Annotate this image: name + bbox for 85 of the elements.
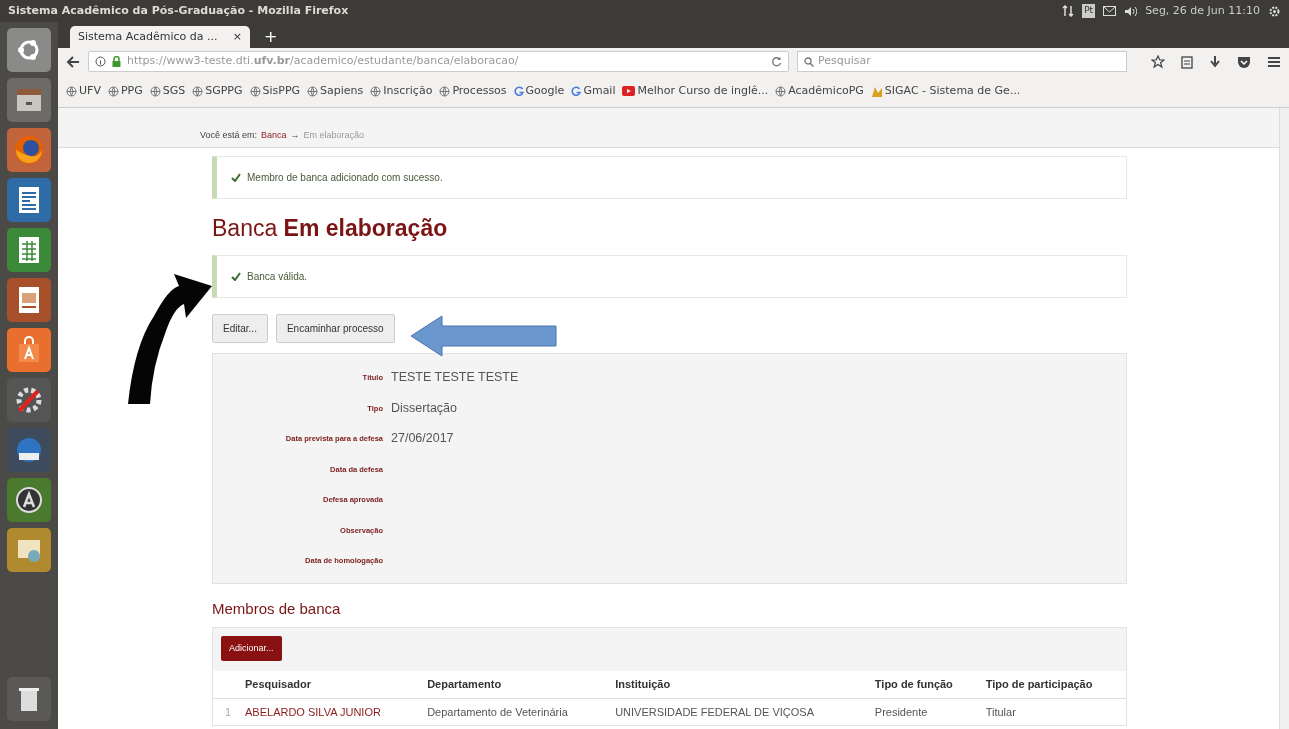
column-header: Tipo de participação xyxy=(979,671,1126,699)
firefox-icon[interactable] xyxy=(7,128,51,172)
bookmark[interactable]: Melhor Curso de inglê... xyxy=(622,82,769,100)
reload-icon[interactable] xyxy=(771,56,782,67)
breadcrumb-label: Você está em: xyxy=(200,128,258,142)
globe-icon xyxy=(775,85,787,97)
alert-text: Banca válida. xyxy=(247,269,308,284)
info-icon[interactable] xyxy=(95,56,106,67)
menu-icon[interactable] xyxy=(1267,55,1281,68)
bookmark[interactable]: Sapiens xyxy=(307,82,364,100)
presentation-icon[interactable] xyxy=(7,278,51,322)
globe-icon xyxy=(149,85,161,97)
download-icon[interactable] xyxy=(1209,54,1221,69)
field-value: Dissertação xyxy=(391,399,457,417)
page-heading: Banca Em elaboração xyxy=(212,215,449,243)
ubuntu-logo-icon[interactable] xyxy=(7,28,51,72)
trash-icon[interactable] xyxy=(7,677,51,721)
shield-icon[interactable] xyxy=(1237,54,1251,69)
column-header: Departamento xyxy=(421,671,610,699)
bookmark[interactable]: Google xyxy=(513,82,565,100)
globe-icon xyxy=(249,85,261,97)
lock-icon xyxy=(112,56,121,67)
column-header: Instituição xyxy=(609,671,869,699)
table-cell: Presidente xyxy=(868,698,980,726)
bookmark[interactable]: Gmail xyxy=(571,82,616,100)
scrollbar[interactable] xyxy=(1279,108,1289,729)
bookmark[interactable]: Processos xyxy=(439,82,507,100)
column-header: Tipo de função xyxy=(868,671,980,699)
action-button[interactable]: Editar... xyxy=(212,313,268,343)
section-title: Membros de banca xyxy=(212,599,342,620)
globe-icon xyxy=(192,85,204,97)
keyboard-indicator[interactable]: Pt xyxy=(1082,4,1096,18)
browser-tab[interactable]: Sistema Acadêmico da ... × xyxy=(70,26,250,48)
close-tab-button[interactable]: × xyxy=(232,28,242,46)
bookmark[interactable]: AcadêmicoPG xyxy=(775,82,864,100)
bookmark[interactable]: SisPPG xyxy=(249,82,301,100)
globe-icon xyxy=(107,85,119,97)
breadcrumb-current: Em elaboração xyxy=(303,128,365,142)
update-icon[interactable] xyxy=(7,478,51,522)
file-cabinet-icon[interactable] xyxy=(7,78,51,122)
new-tab-button[interactable]: + xyxy=(258,26,284,48)
bookmark[interactable]: Inscrição xyxy=(370,82,433,100)
globe-icon xyxy=(370,85,382,97)
clipboard-icon[interactable] xyxy=(1181,54,1193,69)
breadcrumb-link[interactable]: Banca xyxy=(261,128,287,142)
network-icon[interactable] xyxy=(1062,5,1075,17)
mail-icon[interactable] xyxy=(1103,6,1117,16)
globe-icon xyxy=(66,85,77,97)
settings-icon[interactable] xyxy=(1268,4,1281,18)
bookmark[interactable]: UFV xyxy=(66,82,101,100)
photo-viewer-icon[interactable] xyxy=(7,528,51,572)
bookmark[interactable]: PPG xyxy=(107,82,143,100)
shopping-bag-icon[interactable] xyxy=(7,328,51,372)
back-icon[interactable] xyxy=(66,54,80,69)
clock[interactable]: Seg, 26 de Jun 11:10 xyxy=(1145,2,1260,20)
alert-text: Membro de banca adicionado com sucesso. xyxy=(247,171,443,185)
volume-icon[interactable] xyxy=(1124,5,1138,17)
star-icon[interactable] xyxy=(1151,54,1165,69)
globe-icon xyxy=(307,85,319,97)
field-value: TESTE TESTE TESTE xyxy=(391,369,519,387)
check-icon xyxy=(231,271,241,281)
member-link[interactable]: ABELARDO SILVA JUNIOR xyxy=(239,698,422,726)
breadcrumb-separator: → xyxy=(290,128,300,142)
bookmark-logo-icon xyxy=(870,85,883,97)
video-play-icon xyxy=(622,86,636,96)
action-button[interactable]: Encaminhar processo xyxy=(275,313,395,343)
spreadsheet-icon[interactable] xyxy=(7,228,51,272)
table-cell: Departamento de Veterinária xyxy=(421,698,610,726)
tab-title: Sistema Acadêmico da ... xyxy=(78,28,218,45)
g-letter-icon xyxy=(513,85,524,97)
g-letter-icon xyxy=(571,85,582,97)
check-icon xyxy=(231,173,241,182)
table-cell: UNIVERSIDADE FEDERAL DE VIÇOSA xyxy=(609,698,869,726)
row-number: 1 xyxy=(213,698,239,726)
table-cell: Titular xyxy=(979,698,1126,726)
column-header: Pesquisador xyxy=(239,671,422,699)
bookmark[interactable]: SIGAC - Sistema de Ge... xyxy=(870,82,1021,100)
add-button[interactable]: Adicionar... xyxy=(221,635,282,662)
bookmark[interactable]: SGS xyxy=(149,82,186,100)
bookmark[interactable]: SGPPG xyxy=(192,82,243,100)
globe-icon xyxy=(439,85,451,97)
document-icon[interactable] xyxy=(7,178,51,222)
search-icon xyxy=(804,56,814,67)
window-title: Sistema Acadêmico da Pós-Graduação - Mozilla Firefox xyxy=(8,2,349,19)
field-value: 27/06/2017 xyxy=(391,430,454,448)
